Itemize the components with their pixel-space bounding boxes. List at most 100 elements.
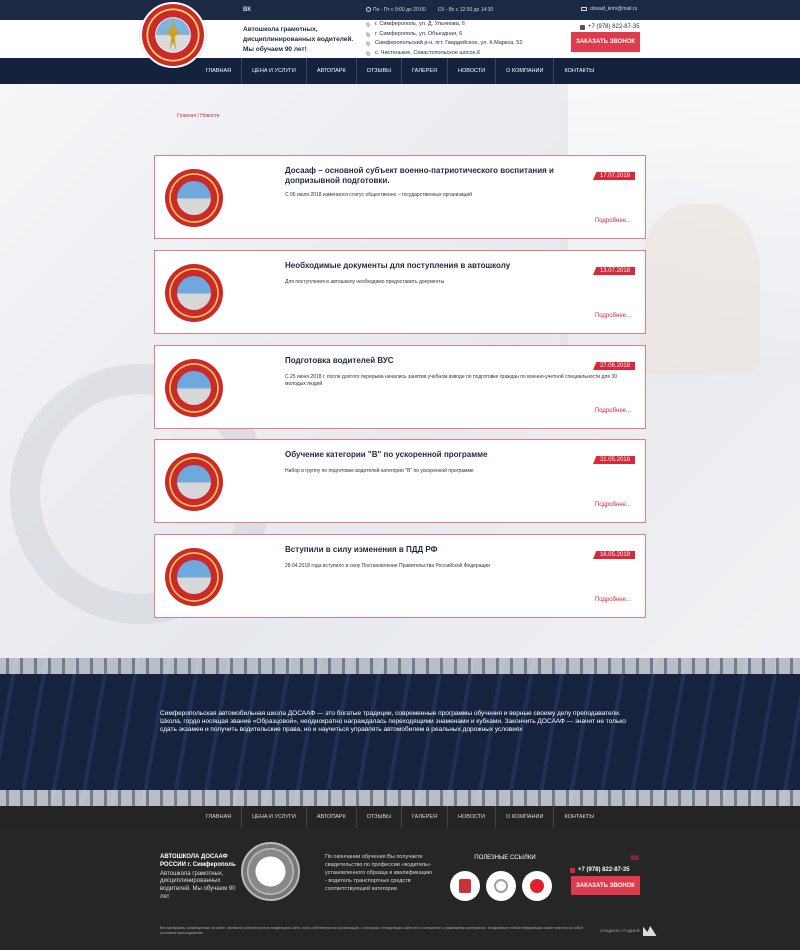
footer-nav-item-gallery[interactable]: ГАЛЕРЕЯ — [402, 806, 448, 828]
news-title[interactable]: Необходимые документы для поступления в … — [285, 261, 597, 271]
news-title[interactable]: Вступили в силу изменения в ПДД РФ — [285, 545, 597, 555]
news-more-link[interactable]: Подробнее... — [595, 502, 631, 508]
location-pin-icon — [364, 50, 372, 57]
news-date: 16.05.2018 — [592, 551, 635, 559]
address-text: г. Симферополь, ул. Объездная, 6 — [375, 30, 463, 37]
vk-link[interactable]: ВК — [243, 7, 251, 13]
news-title[interactable]: Досааф – основной субъект военно-патриот… — [285, 166, 597, 185]
main-nav: ГЛАВНАЯ ЦЕНА И УСЛУГИ АВТОПАРК ОТЗЫВЫ ГА… — [0, 58, 800, 84]
email-link[interactable]: dosaaf_krim@mail.ru — [581, 6, 637, 12]
crimea-emblem-icon — [459, 879, 471, 893]
news-excerpt: 28.04.2018 года вступило в силу Постанов… — [285, 563, 490, 569]
header-phone-text: +7 (978) 822-87-35 — [588, 24, 640, 30]
location-pin-icon — [364, 31, 372, 38]
news-thumbnail[interactable] — [165, 359, 223, 417]
footer-nav-item-fleet[interactable]: АВТОПАРК — [307, 806, 357, 828]
news-excerpt: Набор в группу по подготовке водителей к… — [285, 468, 474, 474]
footer-legal: Все материалы, размещенные на сайте, явл… — [160, 926, 583, 936]
footer-brand-desc: Автошкола грамотных, дисциплинированных … — [160, 870, 236, 900]
dosaaf-logo[interactable] — [140, 2, 206, 68]
header-phone[interactable]: +7 (978) 822-87-35 — [580, 24, 640, 30]
news-more-link[interactable]: Подробнее... — [595, 218, 631, 224]
nav-item-prices[interactable]: ЦЕНА И УСЛУГИ — [242, 58, 307, 84]
tagline: Автошкола грамотных, дисциплинированных … — [243, 26, 354, 53]
address-text: с. Чистенькое, Севастопольское шоссе,6 — [375, 49, 481, 56]
dosaaf-link[interactable] — [522, 871, 552, 901]
crimea-emblem-link[interactable] — [450, 871, 480, 901]
footer-brand-name: АВТОШКОЛА ДОСААФ РОССИИ г. Симферополь — [160, 854, 236, 868]
news-title[interactable]: Подготовка водителей ВУС — [285, 356, 597, 366]
footer-phone[interactable]: +7 (978) 822-87-35 — [570, 867, 630, 873]
news-thumbnail[interactable] — [165, 453, 223, 511]
nav-item-about[interactable]: О КОМПАНИИ — [496, 58, 555, 84]
email-text: dosaaf_krim@mail.ru — [590, 6, 638, 12]
news-thumbnail[interactable] — [165, 264, 223, 322]
news-date: 13.07.2018 — [592, 267, 635, 275]
made-by-text: СОЗДАНО СТУДИЕЙ — [600, 927, 640, 933]
footer-logo[interactable] — [241, 842, 300, 901]
address-item: г. Симферополь, ул. Объездная, 6 — [364, 30, 522, 40]
news-more-link[interactable]: Подробнее... — [595, 313, 631, 319]
news-excerpt: С 25 июня 2018 г. после долгого перерыва… — [285, 374, 617, 387]
news-excerpt: С 06 июля 2018 изменился статус обществе… — [285, 192, 472, 198]
breadcrumb-current: Новости — [200, 113, 220, 119]
location-pin-icon — [364, 40, 372, 48]
nav-item-fleet[interactable]: АВТОПАРК — [307, 58, 357, 84]
order-call-button[interactable]: ЗАКАЗАТЬ ЗВОНОК — [571, 32, 640, 52]
news-card[interactable]: Вступили в силу изменения в ПДД РФ 16.05… — [154, 534, 646, 618]
footer-nav-item-about[interactable]: О КОМПАНИИ — [496, 806, 555, 828]
news-date: 31.05.2018 — [592, 456, 635, 464]
dosaaf-icon — [530, 879, 544, 893]
news-more-link[interactable]: Подробнее... — [595, 597, 631, 603]
footer-nav-item-news[interactable]: НОВОСТИ — [448, 806, 497, 828]
footer-vk-link[interactable]: ВК — [631, 856, 639, 862]
news-card[interactable]: Обучение категории "В" по ускоренной про… — [154, 439, 646, 523]
news-card[interactable]: Досааф – основной субъект военно-патриот… — [154, 155, 646, 239]
address-item: с. Чистенькое, Севастопольское шоссе,6 — [364, 49, 522, 59]
footer: АВТОШКОЛА ДОСААФ РОССИИ г. Симферополь А… — [0, 828, 800, 950]
footer-phone-text: +7 (978) 822-87-35 — [578, 867, 630, 873]
footer-note: По окончании обучения Вы получаете свиде… — [325, 854, 432, 892]
tire-track-bottom — [0, 790, 800, 806]
news-thumbnail[interactable] — [165, 548, 223, 606]
news-more-link[interactable]: Подробнее... — [595, 408, 631, 414]
nav-item-gallery[interactable]: ГАЛЕРЕЯ — [402, 58, 448, 84]
government-emblem-link[interactable] — [486, 871, 516, 901]
useful-links-row — [450, 871, 560, 901]
footer-nav-item-reviews[interactable]: ОТЗЫВЫ — [357, 806, 402, 828]
about-section: Симферопольская автомобильная школа ДОСА… — [0, 658, 800, 806]
mail-icon — [581, 7, 587, 11]
footer-nav-item-home[interactable]: ГЛАВНАЯ — [196, 806, 243, 828]
news-thumbnail[interactable] — [165, 169, 223, 227]
useful-links-heading: ПОЛЕЗНЫЕ ССЫЛКИ — [474, 855, 536, 861]
clock-icon — [366, 7, 371, 13]
made-by-studio[interactable]: СОЗДАНО СТУДИЕЙ — [600, 926, 657, 936]
nav-item-home[interactable]: ГЛАВНАЯ — [196, 58, 243, 84]
news-card[interactable]: Необходимые документы для поступления в … — [154, 250, 646, 334]
working-hours: Пн - Пт с 9:00 до 20:00 Сб - Вс с 12:30 … — [366, 7, 493, 13]
location-pin-icon — [364, 21, 372, 28]
news-title[interactable]: Обучение категории "В" по ускоренной про… — [285, 450, 597, 460]
about-text: Симферопольская автомобильная школа ДОСА… — [160, 710, 626, 734]
address-item: Симферопольский р-н, пгт. Гвардейское, у… — [364, 39, 523, 49]
hours-weekend-text: Сб - Вс с 12:30 до 14:30 — [437, 7, 494, 13]
nav-item-news[interactable]: НОВОСТИ — [448, 58, 497, 84]
header: Автошкола грамотных, дисциплинированных … — [0, 20, 800, 58]
footer-nav-item-contacts[interactable]: КОНТАКТЫ — [554, 806, 604, 828]
news-date: 27.06.2018 — [592, 362, 635, 370]
useful-links: ПОЛЕЗНЫЕ ССЫЛКИ — [450, 855, 560, 901]
footer-nav-item-prices[interactable]: ЦЕНА И УСЛУГИ — [242, 806, 307, 828]
nav-item-reviews[interactable]: ОТЗЫВЫ — [357, 58, 402, 84]
tire-track-top — [0, 658, 800, 674]
footer-order-call-button[interactable]: ЗАКАЗАТЬ ЗВОНОК — [571, 876, 640, 895]
nav-item-contacts[interactable]: КОНТАКТЫ — [554, 58, 604, 84]
hours-weekdays: Пн - Пт с 9:00 до 20:00 — [366, 7, 426, 13]
news-card[interactable]: Подготовка водителей ВУС 27.06.2018 С 25… — [154, 345, 646, 429]
address-text: г. Симферополь, ул. Д. Ульянова, 6 — [375, 21, 465, 27]
hours-weekdays-text: Пн - Пт с 9:00 до 20:00 — [373, 7, 426, 13]
address-text: Симферопольский р-н, пгт. Гвардейское, у… — [375, 40, 523, 47]
top-bar: ВК Пн - Пт с 9:00 до 20:00 Сб - Вс с 12:… — [0, 0, 800, 20]
breadcrumb-home[interactable]: Главная — [177, 113, 196, 119]
news-excerpt: Для поступления в автошколу необходимо п… — [285, 279, 445, 285]
phone-icon — [580, 24, 585, 30]
